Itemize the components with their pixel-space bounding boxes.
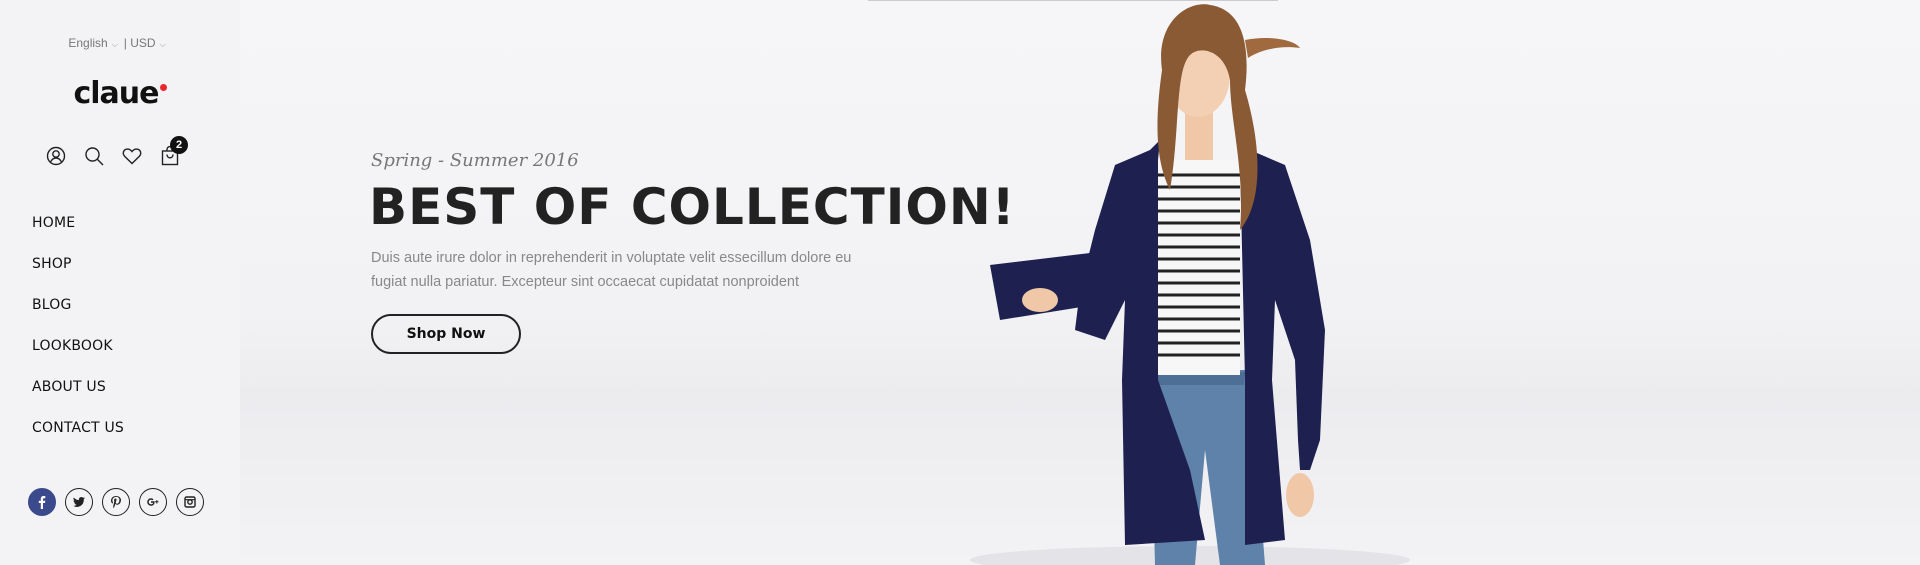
- nav-item-about-us[interactable]: ABOUT US: [32, 379, 124, 420]
- twitter-icon[interactable]: [65, 488, 93, 516]
- nav-item-blog[interactable]: BLOG: [32, 297, 124, 338]
- logo-text: claue: [73, 76, 159, 111]
- locale-bar: English ⌵ | USD ⌵: [0, 36, 240, 50]
- social-links: [28, 488, 204, 516]
- instagram-icon[interactable]: [176, 488, 204, 516]
- user-icon[interactable]: [46, 146, 66, 166]
- facebook-icon[interactable]: [28, 488, 56, 516]
- hero-description: Duis aute irure dolor in reprehenderit i…: [371, 250, 852, 290]
- nav-item-lookbook[interactable]: LOOKBOOK: [32, 338, 124, 379]
- nav-item-shop[interactable]: SHOP: [32, 256, 124, 297]
- hero-subtitle: Spring - Summer 2016: [371, 150, 579, 171]
- nav-item-contact-us[interactable]: CONTACT US: [32, 420, 124, 461]
- logo-dot: [159, 84, 167, 91]
- cart-icon[interactable]: 2: [160, 136, 188, 166]
- google-plus-icon[interactable]: [139, 488, 167, 516]
- search-icon[interactable]: [84, 146, 104, 166]
- cart-count-badge: 2: [170, 136, 188, 154]
- model-image: [970, 4, 1410, 565]
- header-icons: 2: [46, 136, 188, 166]
- logo[interactable]: claue: [0, 76, 240, 111]
- sidebar: English ⌵ | USD ⌵ claue 2 HOME SHOP BLOG LO…: [0, 0, 240, 565]
- language-select[interactable]: English: [68, 36, 107, 50]
- pinterest-icon[interactable]: [102, 488, 130, 516]
- nav-item-home[interactable]: HOME: [32, 215, 124, 256]
- hero-banner: Spring - Summer 2016 BEST OF COLLECTION!…: [240, 0, 1920, 565]
- currency-select[interactable]: | USD: [124, 36, 156, 50]
- heart-icon[interactable]: [122, 146, 142, 166]
- chevron-down-icon: ⌵: [111, 40, 118, 49]
- shop-now-button[interactable]: Shop Now: [371, 314, 521, 354]
- main-nav: HOME SHOP BLOG LOOKBOOK ABOUT US CONTACT…: [32, 215, 124, 461]
- chevron-down-icon: ⌵: [159, 40, 166, 49]
